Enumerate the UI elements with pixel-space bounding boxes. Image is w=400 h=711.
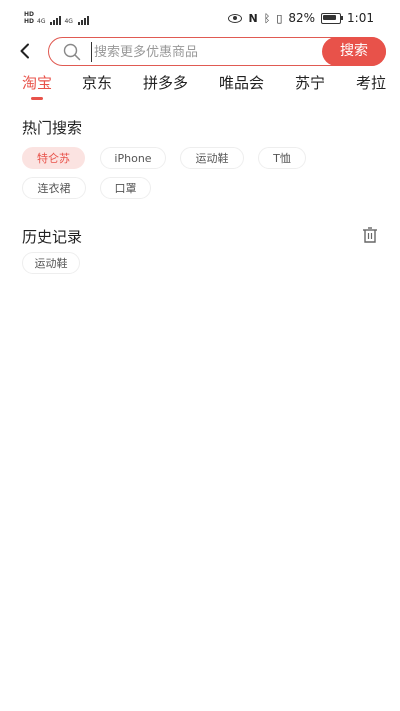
hot-search-title: 热门搜索: [22, 119, 83, 137]
tab-vip[interactable]: 唯品会: [219, 72, 264, 93]
nfc-icon: N: [248, 11, 258, 25]
history-chip[interactable]: 运动鞋: [22, 252, 80, 274]
status-bar: HD HD 4G 4G N ᛒ ▯ 82% 1:01: [0, 0, 400, 36]
search-button[interactable]: 搜索: [322, 37, 386, 66]
system-indicators: N ᛒ ▯ 82% 1:01: [228, 11, 374, 25]
vibrate-icon: ▯: [276, 11, 283, 25]
hot-search-chip[interactable]: 口罩: [100, 177, 151, 199]
hot-search-chip[interactable]: iPhone: [100, 147, 166, 169]
search-input[interactable]: [91, 42, 324, 62]
signal-icon: [50, 15, 62, 25]
hd-label-1: HD: [24, 11, 35, 18]
tab-taobao[interactable]: 淘宝: [22, 72, 52, 93]
bluetooth-icon: ᛒ: [263, 11, 271, 25]
trash-icon[interactable]: [362, 227, 378, 243]
signal-indicators: HD HD 4G 4G: [24, 11, 89, 25]
hd-label-2: HD: [24, 18, 35, 25]
signal-icon-2: [77, 15, 89, 25]
battery-percent: 82%: [288, 11, 316, 25]
net-type-1: 4G: [37, 18, 46, 25]
tab-kaola[interactable]: 考拉: [356, 72, 386, 93]
hot-search-chip[interactable]: 运动鞋: [180, 147, 244, 169]
tab-jd[interactable]: 京东: [82, 72, 112, 93]
net-type-2: 4G: [64, 18, 73, 25]
chevron-left-icon: [20, 43, 29, 59]
active-tab-indicator: [31, 97, 43, 100]
battery-icon: [321, 12, 344, 24]
eye-comfort-icon: [228, 13, 243, 23]
history-title: 历史记录: [22, 228, 83, 246]
hot-search-chip[interactable]: T恤: [258, 147, 306, 169]
tab-suning[interactable]: 苏宁: [295, 72, 325, 93]
back-button[interactable]: [14, 40, 36, 62]
hot-search-chip[interactable]: 连衣裙: [22, 177, 86, 199]
search-icon: [63, 43, 81, 61]
tab-pinduoduo[interactable]: 拼多多: [143, 72, 188, 93]
search-box[interactable]: 搜索: [48, 37, 386, 66]
hd-badges: HD HD: [24, 11, 34, 25]
hot-search-chip[interactable]: 特仑苏: [22, 147, 85, 169]
platform-tabs: 淘宝 京东 拼多多 唯品会 苏宁 考拉: [0, 70, 400, 102]
clock: 1:01: [347, 11, 374, 25]
